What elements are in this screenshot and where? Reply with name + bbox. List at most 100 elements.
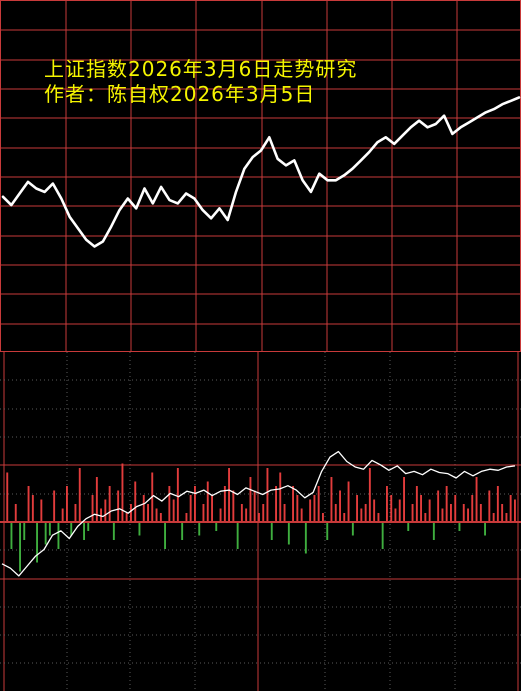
volume-bar-up — [501, 504, 504, 522]
volume-bar-up — [121, 463, 124, 522]
volume-bar-down — [484, 522, 486, 536]
volume-bar-up — [313, 495, 316, 522]
volume-bar-up — [292, 486, 294, 522]
volume-bar-up — [202, 504, 205, 522]
volume-bar-down — [164, 522, 166, 549]
volume-bar-up — [249, 477, 252, 522]
volume-bar-up — [155, 508, 158, 522]
volume-bar-up — [125, 513, 128, 522]
volume-bar-up — [14, 504, 17, 522]
volume-bar-down — [10, 522, 13, 549]
volume-bar-up — [390, 495, 393, 522]
volume-bar-up — [159, 513, 162, 522]
volume-bar-up — [322, 513, 324, 522]
volume-bar-up — [130, 504, 132, 522]
volume-bar-up — [168, 486, 171, 522]
volume-bar-up — [488, 490, 491, 522]
volume-bar-down — [270, 522, 273, 540]
volume-bar-up — [253, 490, 256, 522]
volume-bar-down — [432, 522, 435, 540]
volume-bar-up — [172, 499, 175, 522]
volume-bar-up — [514, 499, 516, 522]
volume-bar-down — [304, 522, 307, 554]
volume-bar-up — [377, 513, 380, 522]
chart-author: 作者：陈自权2026年3月5日 — [44, 82, 316, 106]
volume-bar-up — [386, 486, 388, 522]
volume-bar-down — [57, 522, 60, 549]
volume-bar-up — [31, 495, 34, 522]
volume-bar-down — [36, 522, 38, 563]
volume-bar-down — [19, 522, 21, 572]
volume-bar-up — [27, 486, 30, 522]
volume-bar-up — [467, 508, 469, 522]
volume-bar-down — [48, 522, 51, 536]
volume-bar-down — [407, 522, 410, 531]
volume-bar-up — [334, 504, 337, 522]
volume-bar-up — [479, 504, 482, 522]
volume-bar-down — [381, 522, 384, 549]
volume-bar-up — [91, 495, 94, 522]
volume-bar-up — [117, 490, 120, 522]
volume-bar-down — [326, 522, 329, 540]
volume-bar-up — [194, 486, 196, 522]
volume-bar-up — [475, 477, 478, 522]
volume-bar-up — [509, 495, 512, 522]
volume-bar-up — [206, 481, 209, 522]
volume-bar-down — [351, 522, 354, 536]
volume-bar-up — [279, 472, 282, 522]
volume-bar-up — [300, 508, 303, 522]
volume-bar-up — [61, 508, 64, 522]
volume-bar-up — [142, 495, 145, 522]
volume-bar-up — [364, 504, 367, 522]
volume-bar-up — [262, 504, 265, 522]
volume-bar-up — [232, 490, 235, 522]
volume-bar-down — [138, 522, 141, 536]
volume-bar-up — [53, 490, 56, 522]
volume-bar-up — [240, 504, 243, 522]
volume-bar-up — [176, 468, 179, 522]
volume-bar-up — [437, 490, 440, 522]
volume-bar-up — [223, 486, 226, 522]
volume-bars — [6, 463, 516, 572]
volume-bar-up — [245, 508, 248, 522]
volume-bar-down — [236, 522, 239, 549]
volume-bar-up — [134, 481, 137, 522]
volume-bar-up — [424, 513, 427, 522]
volume-bar-up — [258, 513, 260, 522]
volume-bar-up — [339, 490, 341, 522]
volume-bar-up — [104, 499, 107, 522]
volume-bar-down — [112, 522, 115, 540]
volume-bar-down — [181, 522, 184, 540]
volume-bar-up — [347, 481, 350, 522]
volume-bar-down — [215, 522, 218, 531]
volume-bar-up — [40, 499, 43, 522]
volume-bar-up — [398, 499, 401, 522]
volume-bar-up — [356, 495, 358, 522]
volume-bar-down — [458, 522, 461, 531]
volume-bar-up — [373, 499, 376, 522]
volume-bar-up — [78, 468, 81, 522]
volume-bar-up — [428, 499, 431, 522]
volume-bar-down — [83, 522, 85, 540]
volume-bar-up — [403, 477, 405, 522]
volume-bar-up — [445, 486, 448, 522]
volume-bar-up — [228, 468, 230, 522]
volume-bar-up — [330, 477, 333, 522]
volume-bar-up — [454, 495, 457, 522]
volume-bar-up — [147, 504, 149, 522]
volume-bar-up — [189, 495, 192, 522]
volume-bar-up — [411, 504, 414, 522]
volume-bar-up — [343, 513, 346, 522]
volume-bar-up — [185, 513, 188, 522]
volume-bar-up — [360, 508, 363, 522]
volume-bar-down — [23, 522, 26, 540]
volume-bar-up — [283, 504, 286, 522]
volume-bar-down — [44, 522, 47, 545]
volume-bar-up — [275, 486, 277, 522]
volume-bar-up — [317, 486, 320, 522]
volume-bar-down — [87, 522, 90, 531]
volume-bar-up — [394, 508, 397, 522]
volume-bar-up — [415, 486, 418, 522]
volume-bar-up — [211, 495, 213, 522]
volume-bar-down — [70, 522, 73, 536]
